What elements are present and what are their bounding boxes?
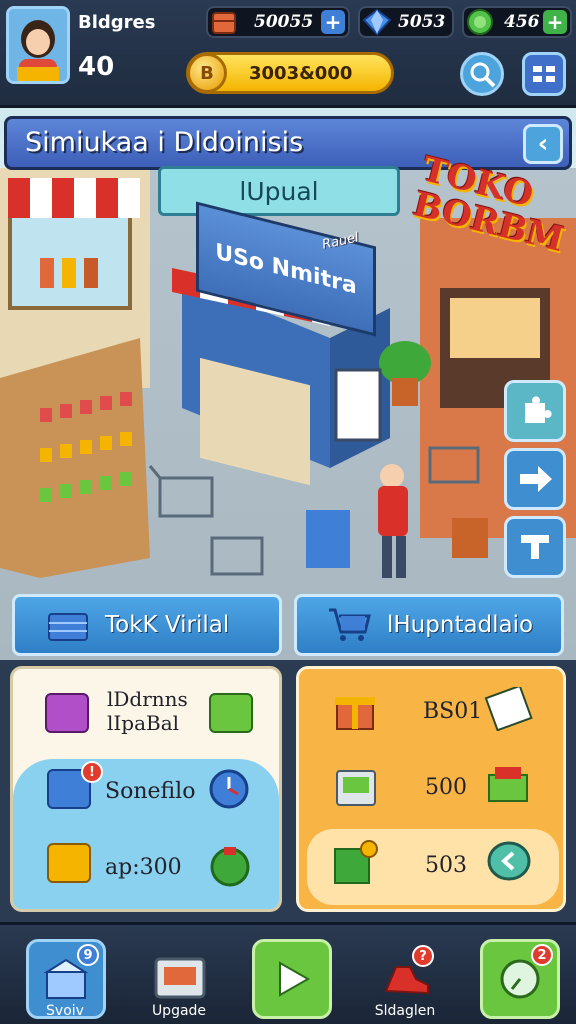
inventory-title-line1: lDdrnns: [107, 687, 188, 711]
green-coin-icon: [467, 9, 493, 35]
collapse-button[interactable]: ‹: [523, 124, 563, 164]
nav-stage-badge: ?: [412, 945, 434, 967]
menu-button[interactable]: [522, 52, 566, 96]
nav-play-button[interactable]: [252, 939, 332, 1019]
search-icon: [470, 62, 496, 88]
gold-coin-count: 3003&000: [249, 62, 353, 84]
exit-sign-icon: [521, 535, 549, 559]
play-icon: [279, 961, 311, 997]
nav-stage-label: Sldaglen: [374, 1003, 436, 1019]
cardboard-box-icon: [47, 843, 91, 883]
shopping-basket-icon: [48, 613, 88, 641]
gem-count: 5053: [398, 12, 446, 32]
gold-coin-icon: B: [187, 53, 227, 93]
top-status-bar: Bldgres 40 50055 + 5053 456 + B 3003&000: [0, 0, 576, 108]
player-level: 40: [78, 52, 115, 82]
virtual-store-button-label: TokK Virilal: [105, 612, 230, 638]
store-label: lUpual: [239, 176, 319, 206]
store-title-banner: Simiukaa i Dldoinisis ‹: [4, 116, 572, 170]
nav-store-badge: 9: [77, 944, 99, 966]
inventory-row-2: Sonefilo: [105, 779, 196, 804]
store-title: Simiukaa i Dldoinisis: [25, 127, 304, 158]
rewards-row-3: 503: [425, 853, 467, 878]
rewards-row-1: BS01: [423, 699, 483, 724]
arrow-right-icon: [520, 466, 552, 492]
notification-badge: !: [81, 761, 103, 783]
food-crate-icon: [488, 767, 528, 802]
gem-icon: [362, 8, 392, 36]
gold-coin-counter[interactable]: B 3003&000: [186, 52, 394, 94]
green-coin-resource-counter: 456 +: [462, 6, 572, 38]
item-panels: lDdrnns lIpaBal ! Sonefilo ap:300 BS01 5…: [0, 660, 576, 922]
crate-resource-counter: 50055 +: [206, 6, 350, 38]
clock-icon: [209, 769, 249, 809]
puzzle-icon: [525, 396, 552, 423]
player-name: Bldgres: [78, 12, 156, 33]
purple-box-icon: [45, 693, 89, 733]
cash-bag-icon: [210, 847, 250, 887]
chat-bubble-icon: [487, 841, 531, 881]
search-button[interactable]: [460, 52, 504, 96]
money-stack-icon: [334, 840, 378, 884]
store-label-panel: lUpual: [158, 166, 400, 216]
crate-count: 50055: [254, 12, 314, 32]
gem-resource-counter: 5053: [358, 6, 454, 38]
inventory-title: lDdrnns lIpaBal: [107, 687, 188, 735]
green-box-icon: [209, 693, 253, 733]
arrow-button[interactable]: [504, 448, 566, 510]
nav-settings-button[interactable]: 2: [480, 939, 560, 1019]
nav-store-label: Svoiv: [46, 1003, 84, 1019]
puzzle-button[interactable]: [504, 380, 566, 442]
update-button[interactable]: lHupntadlaio: [294, 594, 564, 656]
grid-menu-icon: [533, 66, 555, 82]
register-icon: [154, 957, 206, 999]
nav-upgrade-label: Upgade: [151, 1003, 207, 1019]
avatar[interactable]: [6, 6, 70, 84]
gift-icon: [335, 697, 375, 730]
rewards-panel[interactable]: BS01 500 503: [296, 666, 566, 912]
rewards-row-2: 500: [425, 775, 467, 800]
bottom-navigation: 9 Svoiv Upgade ? Sldaglen 2: [0, 922, 576, 1024]
add-green-coin-button[interactable]: +: [543, 10, 567, 34]
green-coin-count: 456: [504, 12, 540, 32]
add-crate-button[interactable]: +: [321, 10, 345, 34]
inventory-title-line2: lIpaBal: [107, 711, 180, 735]
exit-button[interactable]: [504, 516, 566, 578]
virtual-store-button[interactable]: TokK Virilal: [12, 594, 282, 656]
nav-settings-badge: 2: [531, 944, 553, 966]
inventory-row-3: ap:300: [105, 855, 182, 880]
crate-icon: [212, 12, 236, 34]
store-scene[interactable]: Simiukaa i Dldoinisis ‹ lUpual USo Nmitr…: [0, 108, 576, 660]
update-button-label: lHupntadlaio: [387, 612, 534, 638]
receipt-icon: [484, 687, 533, 731]
shopping-cart-icon: [329, 608, 371, 641]
chevron-left-icon: ‹: [537, 129, 549, 159]
cash-register-icon: [336, 770, 376, 806]
inventory-panel[interactable]: lDdrnns lIpaBal ! Sonefilo ap:300: [10, 666, 282, 912]
